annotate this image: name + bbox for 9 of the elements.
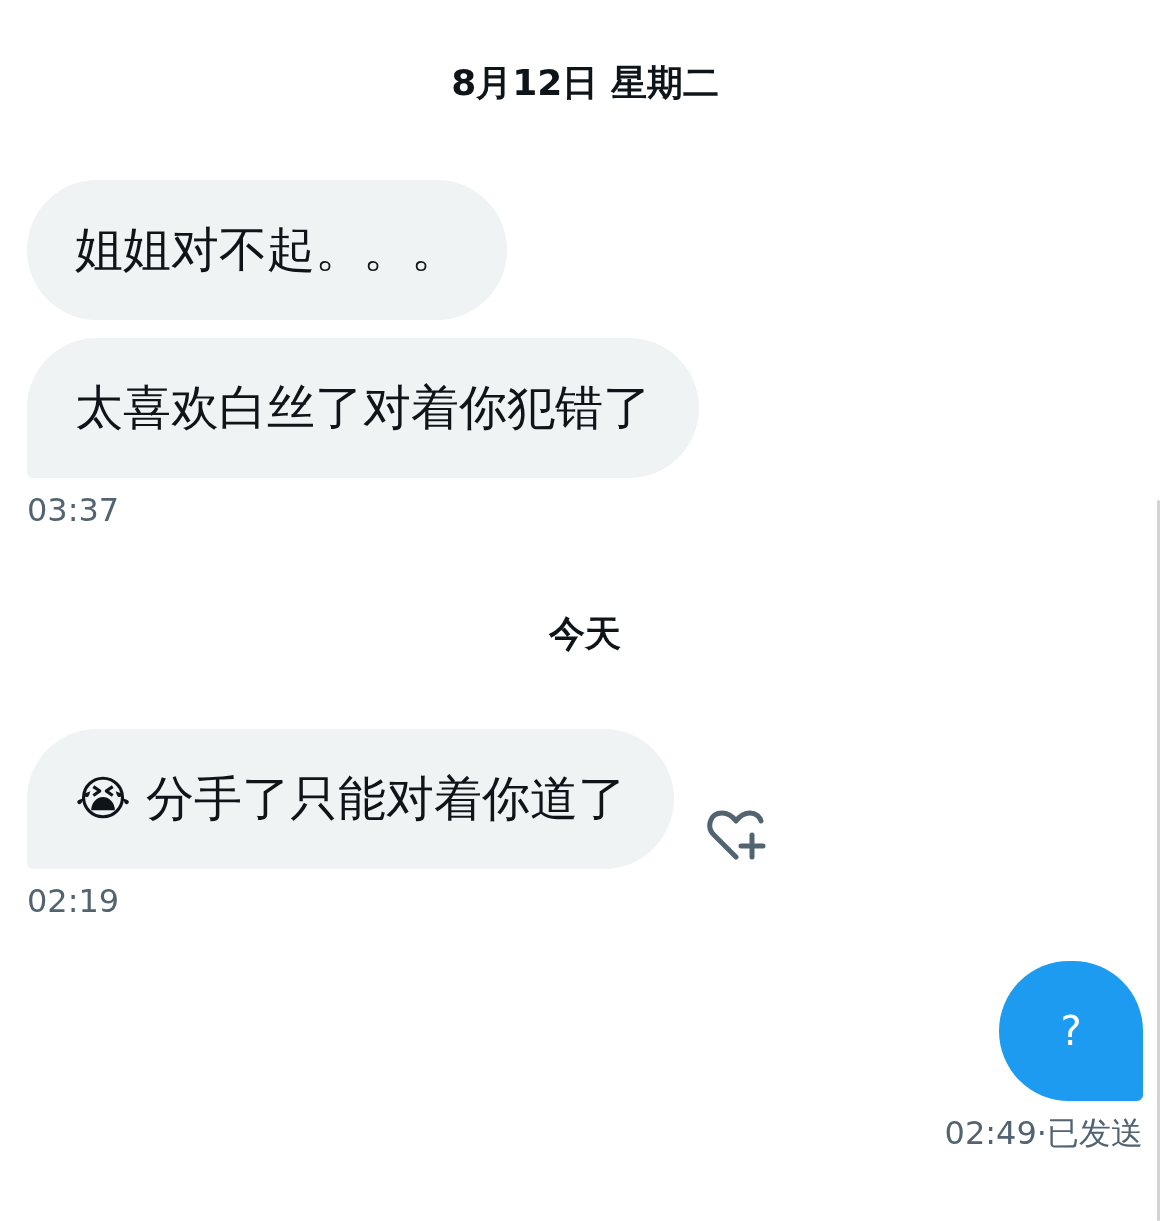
date-header: 8月12日 星期二 [450, 61, 720, 105]
message-bubble: ? [999, 961, 1143, 1101]
message-bubble: 姐姐对不起。。。 [27, 180, 507, 320]
message-bubble: 太喜欢白丝了对着你犯错了 [27, 338, 699, 478]
message-bubble: 😭 分手了只能对着你道了 [27, 729, 675, 869]
date-header: 今天 [548, 612, 622, 656]
message-time: 02:19 [27, 881, 121, 921]
message-time: 03:37 [27, 490, 121, 530]
message-time: 02:49·已发送 [944, 1113, 1143, 1153]
